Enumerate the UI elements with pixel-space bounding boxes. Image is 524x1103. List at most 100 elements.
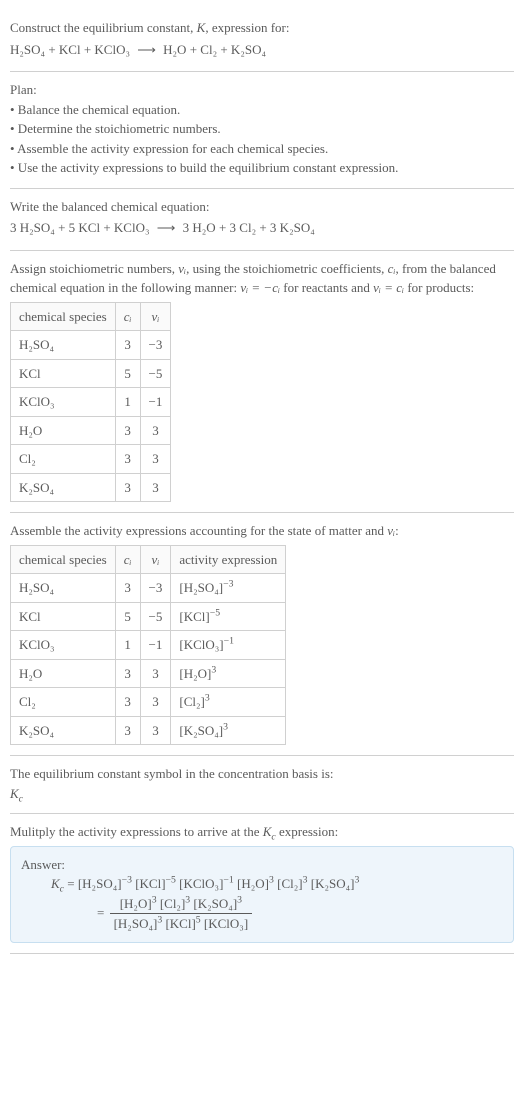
activity-section: Assemble the activity expressions accoun… <box>10 513 514 756</box>
symbol-line: The equilibrium constant symbol in the c… <box>10 764 514 784</box>
term-base: [Cl₂] <box>277 876 302 891</box>
term-exp: 3 <box>354 875 359 886</box>
balanced-equation: 3 H₂SO₄ + 5 KCl + KClO₃ ⟶ 3 H₂O + 3 Cl₂ … <box>10 218 514 238</box>
act-base: [KCl] <box>179 609 209 624</box>
cell-ci: 3 <box>115 688 140 717</box>
num-term: [K₂SO₄]3 <box>193 896 242 911</box>
stoich-text: Assign stoichiometric numbers, <box>10 261 178 276</box>
answer-term: [H₂O]3 <box>237 876 274 891</box>
cell-vi: −5 <box>140 359 171 388</box>
term-base: [KCl] <box>135 876 165 891</box>
cell-species: H₂O <box>11 416 116 445</box>
table-row: K₂SO₄33[K₂SO₄]3 <box>11 716 286 745</box>
cell-vi: −1 <box>140 631 171 660</box>
table-row: KClO₃1−1 <box>11 388 171 417</box>
plan-item-2: • Determine the stoichiometric numbers. <box>10 119 514 139</box>
term-exp: 3 <box>152 894 157 905</box>
den-term: [H₂SO₄]3 <box>114 916 163 931</box>
cell-activity: [KCl]−5 <box>171 602 286 631</box>
eq-lhs: H₂SO₄ + KCl + KClO₃ <box>10 42 130 57</box>
balanced-rhs: 3 H₂O + 3 Cl₂ + 3 K₂SO₄ <box>183 220 315 235</box>
term-exp: −3 <box>122 875 132 886</box>
activity-text: : <box>395 523 399 538</box>
act-exp: 3 <box>205 693 210 704</box>
term-exp: 3 <box>237 894 242 905</box>
cell-vi: 3 <box>140 445 171 474</box>
cell-species: KCl <box>11 359 116 388</box>
activity-intro: Assemble the activity expressions accoun… <box>10 521 514 541</box>
col-ci: cᵢ <box>115 302 140 331</box>
term-exp: −5 <box>166 875 176 886</box>
eq-rhs: H₂O + Cl₂ + K₂SO₄ <box>163 42 266 57</box>
col-vi: νᵢ <box>140 302 171 331</box>
symbol-section: The equilibrium constant symbol in the c… <box>10 756 514 814</box>
plan-section: Plan: • Balance the chemical equation. •… <box>10 72 514 189</box>
kc-base: K <box>51 876 60 891</box>
cell-activity: [KClO₃]−1 <box>171 631 286 660</box>
stoich-section: Assign stoichiometric numbers, νᵢ, using… <box>10 251 514 514</box>
table-row: Cl₂33 <box>11 445 171 474</box>
cell-vi: 3 <box>140 659 171 688</box>
cell-species: Cl₂ <box>11 445 116 474</box>
kc-lhs: Kc <box>51 876 64 891</box>
den-term: [KCl]5 <box>165 916 200 931</box>
num-term: [H₂O]3 <box>120 896 157 911</box>
term-exp: 3 <box>269 875 274 886</box>
term-base: [K₂SO₄] <box>311 876 355 891</box>
act-base: [KClO₃] <box>179 637 223 652</box>
term-base: [KCl] <box>165 916 195 931</box>
cell-vi: −3 <box>140 331 171 360</box>
act-exp: −1 <box>224 636 234 647</box>
table-row: H₂O33[H₂O]3 <box>11 659 286 688</box>
cell-activity: [H₂O]3 <box>171 659 286 688</box>
term-exp: 5 <box>196 915 201 926</box>
intro-line: Construct the equilibrium constant, K, e… <box>10 18 514 38</box>
cell-ci: 3 <box>115 473 140 502</box>
balanced-lhs: 3 H₂SO₄ + 5 KCl + KClO₃ <box>10 220 150 235</box>
cell-vi: 3 <box>140 416 171 445</box>
cell-activity: [Cl₂]3 <box>171 688 286 717</box>
term-base: [KClO₃] <box>204 916 248 931</box>
term-exp: −1 <box>223 875 233 886</box>
fraction: [H₂O]3 [Cl₂]3 [K₂SO₄]3 [H₂SO₄]3 [KCl]5 [… <box>110 894 253 934</box>
cell-ci: 5 <box>115 359 140 388</box>
cell-ci: 3 <box>115 659 140 688</box>
balanced-section: Write the balanced chemical equation: 3 … <box>10 189 514 251</box>
multiply-section: Mulitply the activity expressions to arr… <box>10 814 514 954</box>
equals-sign: = <box>67 876 78 891</box>
table-row: H₂O33 <box>11 416 171 445</box>
answer-eq-frac: = [H₂O]3 [Cl₂]3 [K₂SO₄]3 [H₂SO₄]3 [KCl]5… <box>67 894 503 934</box>
act-exp: −3 <box>223 579 233 590</box>
plan-title: Plan: <box>10 80 514 100</box>
reaction-arrow-icon: ⟶ <box>133 42 160 57</box>
act-exp: −5 <box>210 607 220 618</box>
term-base: [Cl₂] <box>160 896 185 911</box>
cell-ci: 3 <box>115 716 140 745</box>
cell-species: KClO₃ <box>11 388 116 417</box>
num-term: [Cl₂]3 <box>160 896 190 911</box>
multiply-text: expression: <box>276 824 338 839</box>
act-base: [K₂SO₄] <box>179 723 223 738</box>
stoich-text: for products: <box>404 280 474 295</box>
intro-section: Construct the equilibrium constant, K, e… <box>10 10 514 72</box>
act-exp: 3 <box>223 721 228 732</box>
table-row: H₂SO₄3−3[H₂SO₄]−3 <box>11 574 286 603</box>
table-row: Cl₂33[Cl₂]3 <box>11 688 286 717</box>
act-base: [Cl₂] <box>179 694 204 709</box>
cell-vi: 3 <box>140 716 171 745</box>
term-base: [H₂SO₄] <box>114 916 158 931</box>
table-row: KClO₃1−1[KClO₃]−1 <box>11 631 286 660</box>
cell-ci: 1 <box>115 388 140 417</box>
term-base: [H₂O] <box>237 876 269 891</box>
answer-eq: Kc = [H₂SO₄]−3 [KCl]−5 [KClO₃]−1 [H₂O]3 … <box>21 874 503 894</box>
answer-term: [H₂SO₄]−3 <box>78 876 132 891</box>
den-term: [KClO₃] <box>204 916 248 931</box>
col-species: chemical species <box>11 302 116 331</box>
cell-vi: 3 <box>140 688 171 717</box>
activity-text: Assemble the activity expressions accoun… <box>10 523 387 538</box>
answer-term: [KCl]−5 <box>135 876 176 891</box>
balanced-title: Write the balanced chemical equation: <box>10 197 514 217</box>
cell-ci: 3 <box>115 574 140 603</box>
cell-species: Cl₂ <box>11 688 116 717</box>
kc-sub: c <box>60 884 64 895</box>
